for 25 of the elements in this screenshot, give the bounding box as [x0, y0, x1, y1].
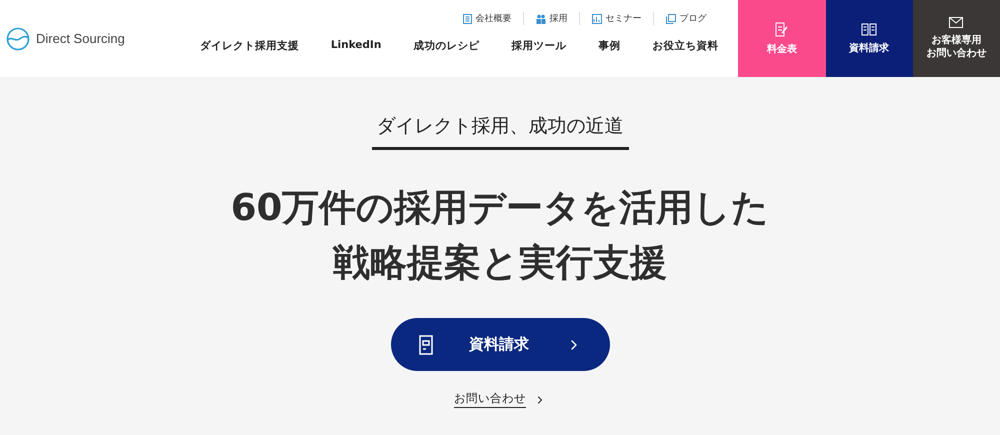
utility-link[interactable]: ブログ — [653, 12, 718, 25]
open-book-icon — [861, 22, 878, 36]
header-cta-button[interactable]: お客様専用 お問い合わせ — [912, 0, 1000, 77]
logo-text[interactable]: Direct Sourcing — [36, 31, 125, 46]
nav-link[interactable]: LinkedIn — [330, 39, 382, 52]
headline: 60万件の採用データを活用した 戦略提案と実行支援 — [230, 185, 770, 286]
document-icon — [418, 334, 432, 354]
contact-link[interactable]: お問い合わせ — [454, 391, 546, 408]
nav-link[interactable]: お役立ち資料 — [652, 39, 718, 54]
document-pen-icon — [774, 22, 789, 36]
nav-link[interactable]: 成功のレシピ — [413, 39, 480, 54]
nav-link[interactable]: ダイレクト採用支援 — [200, 39, 299, 54]
utility-link[interactable]: 会社概要 — [451, 12, 524, 25]
chart-icon — [592, 14, 602, 24]
logo-icon — [6, 26, 30, 50]
request-documents-button[interactable]: 資料請求 — [390, 318, 610, 371]
window-icon — [666, 14, 676, 24]
people-icon — [536, 14, 546, 24]
nav-link[interactable]: 事例 — [598, 39, 620, 54]
tagline: ダイレクト採用、成功の近道 — [372, 113, 628, 150]
envelope-icon — [949, 17, 964, 28]
header-cta-button[interactable]: 資料請求 — [826, 0, 913, 77]
utility-link[interactable]: 採用 — [523, 12, 580, 25]
nav-link[interactable]: 採用ツール — [511, 39, 566, 54]
utility-link[interactable]: セミナー — [579, 12, 654, 25]
